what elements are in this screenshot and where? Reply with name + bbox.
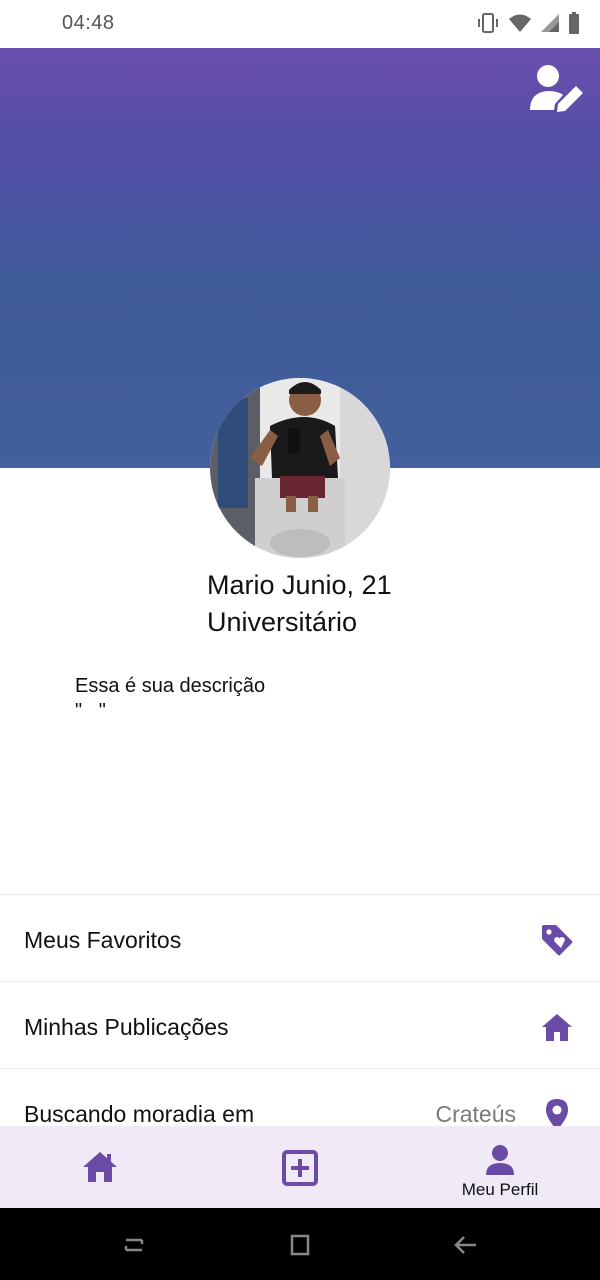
menu-item-label: Minhas Publicações — [24, 1014, 229, 1040]
nav-home[interactable] — [0, 1126, 200, 1208]
tag-heart-icon — [542, 925, 573, 956]
plus-square-icon — [282, 1150, 318, 1186]
menu-item-label: Buscando moradia em — [24, 1101, 255, 1127]
description-label: Essa é sua descrição — [75, 675, 266, 697]
status-time: 04:48 — [62, 12, 115, 34]
signal-icon — [541, 14, 559, 32]
user-edit-icon — [530, 65, 583, 112]
back-button[interactable] — [446, 1230, 486, 1260]
wifi-icon — [509, 14, 531, 32]
home-icon — [83, 1152, 117, 1182]
home-system-button[interactable] — [280, 1230, 320, 1260]
profile-menu: Meus Favoritos Minhas Publicações Buscan… — [0, 894, 600, 1156]
profile-occupation: Universitário — [207, 607, 358, 637]
menu-item-favorites[interactable]: Meus Favoritos — [0, 895, 600, 982]
edit-profile-button[interactable] — [528, 62, 586, 116]
square-icon — [290, 1234, 310, 1256]
back-arrow-icon — [454, 1236, 476, 1254]
nav-my-profile[interactable]: Meu Perfil — [400, 1126, 600, 1208]
nav-my-profile-label: Meu Perfil — [461, 1180, 539, 1199]
recents-button[interactable] — [114, 1230, 154, 1260]
status-bar: 04:48 — [0, 0, 600, 48]
status-icons — [476, 12, 580, 34]
system-navigation-bar — [0, 1208, 600, 1280]
vibrate-icon — [478, 13, 498, 33]
profile-photo — [210, 378, 390, 558]
description-text: " " — [75, 700, 106, 722]
bottom-navigation: Meu Perfil — [0, 1126, 600, 1208]
avatar[interactable] — [210, 378, 390, 558]
battery-icon — [569, 12, 579, 34]
home-icon — [542, 1014, 572, 1041]
recents-icon — [124, 1238, 144, 1252]
user-icon — [486, 1145, 514, 1175]
nav-add-publication[interactable] — [200, 1126, 400, 1208]
housing-city-value: Crateús — [435, 1101, 516, 1127]
menu-item-label: Meus Favoritos — [24, 927, 182, 953]
profile-name-age: Mario Junio, 21 — [207, 570, 392, 600]
menu-item-publications[interactable]: Minhas Publicações — [0, 982, 600, 1069]
